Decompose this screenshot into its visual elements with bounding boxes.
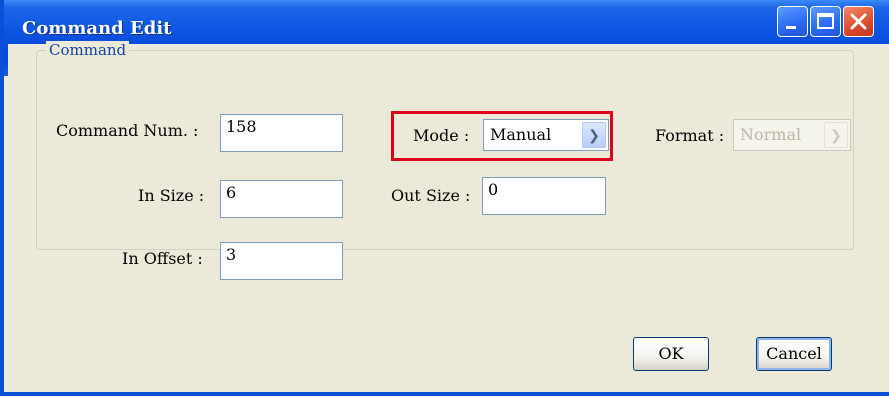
command-num-input[interactable]: 158 — [220, 114, 343, 152]
close-icon — [850, 13, 867, 30]
out-size-label: Out Size : — [391, 186, 471, 205]
cancel-button[interactable]: Cancel — [756, 337, 832, 371]
minimize-icon — [786, 26, 796, 29]
command-num-label: Command Num. : — [56, 121, 199, 140]
window-title: Command Edit — [22, 18, 172, 39]
close-button[interactable] — [843, 6, 874, 37]
format-label: Format : — [655, 126, 725, 145]
command-group-legend: Command — [46, 41, 130, 59]
format-select-value: Normal — [740, 125, 802, 144]
mode-highlight-box — [391, 111, 613, 161]
in-size-label: In Size : — [138, 186, 205, 205]
format-select[interactable]: Normal ❯ — [733, 119, 851, 151]
out-size-input[interactable]: 0 — [482, 177, 606, 215]
in-size-input[interactable]: 6 — [220, 180, 343, 218]
ok-button[interactable]: OK — [633, 337, 709, 371]
in-offset-input[interactable]: 3 — [220, 242, 343, 280]
minimize-button[interactable] — [777, 6, 808, 37]
in-offset-label: In Offset : — [122, 249, 203, 268]
chevron-down-icon[interactable]: ❯ — [824, 122, 848, 148]
command-edit-dialog: Command Edit Command Command Num. : 158 … — [0, 0, 889, 396]
maximize-button[interactable] — [810, 6, 841, 37]
maximize-icon — [817, 13, 834, 29]
